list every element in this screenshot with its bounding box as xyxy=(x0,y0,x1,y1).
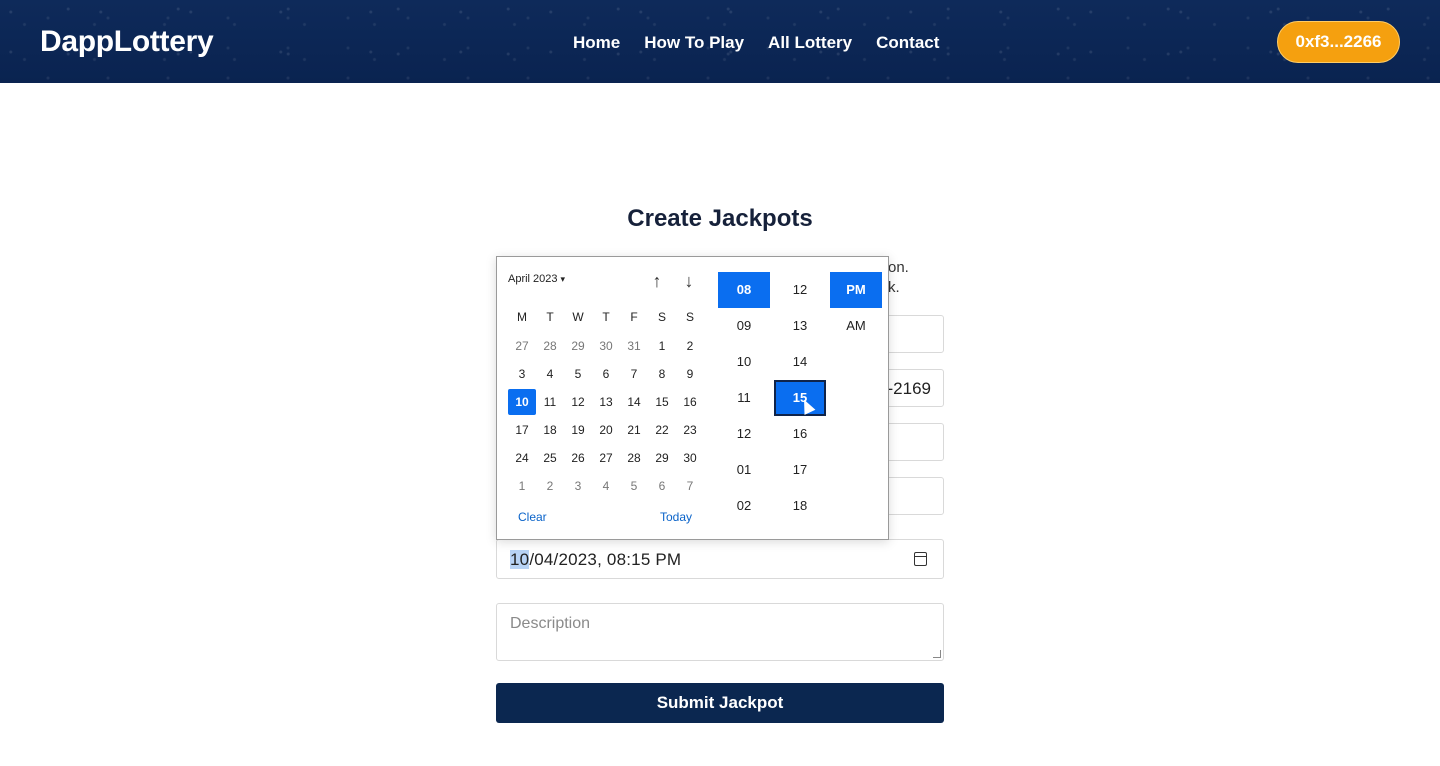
month-year-label: April 2023 xyxy=(508,273,558,285)
calendar-day[interactable]: 28 xyxy=(620,445,648,471)
weekday-mon: M xyxy=(517,310,527,324)
datetime-day-segment: 10 xyxy=(510,550,530,569)
top-header: DappLottery Home How To Play All Lottery… xyxy=(0,0,1440,83)
calendar-day[interactable]: 14 xyxy=(620,389,648,415)
minute-option[interactable]: 16 xyxy=(774,416,826,452)
nav-all-lottery[interactable]: All Lottery xyxy=(768,33,852,53)
calendar-day[interactable]: 19 xyxy=(564,417,592,443)
calendar-day[interactable]: 27 xyxy=(592,445,620,471)
description-placeholder: Description xyxy=(510,615,591,632)
calendar-day[interactable]: 24 xyxy=(508,445,536,471)
calendar-day[interactable]: 9 xyxy=(676,361,704,387)
main-nav: Home How To Play All Lottery Contact xyxy=(573,33,939,53)
submit-jackpot-button[interactable]: Submit Jackpot xyxy=(496,683,944,723)
calendar-day[interactable]: 11 xyxy=(536,389,564,415)
calendar-day[interactable]: 1 xyxy=(648,333,676,359)
calendar-day[interactable]: 3 xyxy=(564,473,592,499)
minute-option[interactable]: 13 xyxy=(774,308,826,344)
calendar-day[interactable]: 27 xyxy=(508,333,536,359)
calendar-day[interactable]: 7 xyxy=(620,361,648,387)
intro-line-1: on. xyxy=(888,259,909,276)
calendar-day[interactable]: 7 xyxy=(676,473,704,499)
datetime-value: 10/04/2023, 08:15 PM xyxy=(510,550,681,570)
calendar-day[interactable]: 31 xyxy=(620,333,648,359)
calendar-day[interactable]: 4 xyxy=(592,473,620,499)
minute-option[interactable]: 18 xyxy=(774,488,826,524)
calendar-day[interactable]: 30 xyxy=(592,333,620,359)
intro-text: on. k. xyxy=(888,258,909,298)
expiry-datetime-input[interactable]: 10/04/2023, 08:15 PM xyxy=(496,539,944,579)
calendar-day[interactable]: 21 xyxy=(620,417,648,443)
hour-option[interactable]: 01 xyxy=(718,452,770,488)
calendar-day[interactable]: 26 xyxy=(564,445,592,471)
weekday-sat: S xyxy=(657,310,666,324)
arrow-up-icon[interactable]: ↑ xyxy=(648,271,666,291)
weekday-sun: S xyxy=(685,310,694,324)
calendar-day[interactable]: 13 xyxy=(592,389,620,415)
page-title: Create Jackpots xyxy=(627,205,813,232)
chevron-down-icon: ▾ xyxy=(560,274,566,284)
calendar-day[interactable]: 2 xyxy=(536,473,564,499)
calendar-day[interactable]: 29 xyxy=(648,445,676,471)
weekday-wed: W xyxy=(572,310,584,324)
nav-contact[interactable]: Contact xyxy=(876,33,939,53)
calendar-day[interactable]: 2 xyxy=(676,333,704,359)
calendar-day[interactable]: 10 xyxy=(508,389,536,415)
description-textarea[interactable]: Description xyxy=(496,603,944,661)
calendar-day[interactable]: 20 xyxy=(592,417,620,443)
calendar-day[interactable]: 8 xyxy=(648,361,676,387)
calendar-day[interactable]: 12 xyxy=(564,389,592,415)
nav-how-to-play[interactable]: How To Play xyxy=(644,33,744,53)
calendar-day[interactable]: 6 xyxy=(592,361,620,387)
calendar-day[interactable]: 29 xyxy=(564,333,592,359)
calendar-icon[interactable] xyxy=(914,552,927,566)
calendar-day[interactable]: 30 xyxy=(676,445,704,471)
weekday-tue: T xyxy=(546,310,554,324)
hour-option[interactable]: 09 xyxy=(718,308,770,344)
today-button[interactable]: Today xyxy=(660,510,692,524)
calendar-day[interactable]: 17 xyxy=(508,417,536,443)
text-field-2-value: -2169 xyxy=(887,379,931,398)
minute-option[interactable]: 12 xyxy=(774,272,826,308)
weekday-thu: T xyxy=(602,310,610,324)
calendar-day[interactable]: 5 xyxy=(564,361,592,387)
calendar-day[interactable]: 4 xyxy=(536,361,564,387)
datetime-picker-popup: April 2023 ▾ ↑ ↓ M T W T F S S 27 28 29 30 31… xyxy=(496,256,889,540)
minute-option[interactable]: 14 xyxy=(774,344,826,380)
calendar-day[interactable]: 25 xyxy=(536,445,564,471)
resize-handle-icon[interactable] xyxy=(933,650,941,658)
calendar-day[interactable]: 1 xyxy=(508,473,536,499)
weekday-fri: F xyxy=(630,310,638,324)
nav-home[interactable]: Home xyxy=(573,33,620,53)
wallet-address-button[interactable]: 0xf3...2266 xyxy=(1277,21,1400,63)
hour-option[interactable]: 11 xyxy=(718,380,770,416)
calendar-day[interactable]: 28 xyxy=(536,333,564,359)
calendar-day[interactable]: 6 xyxy=(648,473,676,499)
calendar-day[interactable]: 18 xyxy=(536,417,564,443)
calendar-day[interactable]: 3 xyxy=(508,361,536,387)
clear-button[interactable]: Clear xyxy=(518,510,547,524)
minute-option[interactable]: 17 xyxy=(774,452,826,488)
calendar-day[interactable]: 22 xyxy=(648,417,676,443)
ampm-option[interactable]: AM xyxy=(830,308,882,344)
hour-option[interactable]: 12 xyxy=(718,416,770,452)
arrow-down-icon[interactable]: ↓ xyxy=(680,271,698,291)
ampm-option[interactable]: PM xyxy=(830,272,882,308)
calendar-day[interactable]: 15 xyxy=(648,389,676,415)
minute-option[interactable]: 15 xyxy=(774,380,826,416)
calendar-day[interactable]: 5 xyxy=(620,473,648,499)
hour-option[interactable]: 10 xyxy=(718,344,770,380)
month-year-selector[interactable]: April 2023 ▾ xyxy=(508,273,565,285)
intro-line-2: k. xyxy=(888,279,900,296)
hour-option[interactable]: 08 xyxy=(718,272,770,308)
calendar-day[interactable]: 16 xyxy=(676,389,704,415)
datetime-rest: /04/2023, 08:15 PM xyxy=(529,550,682,569)
hour-option[interactable]: 02 xyxy=(718,488,770,524)
site-logo[interactable]: DappLottery xyxy=(40,25,214,59)
calendar-day[interactable]: 23 xyxy=(676,417,704,443)
